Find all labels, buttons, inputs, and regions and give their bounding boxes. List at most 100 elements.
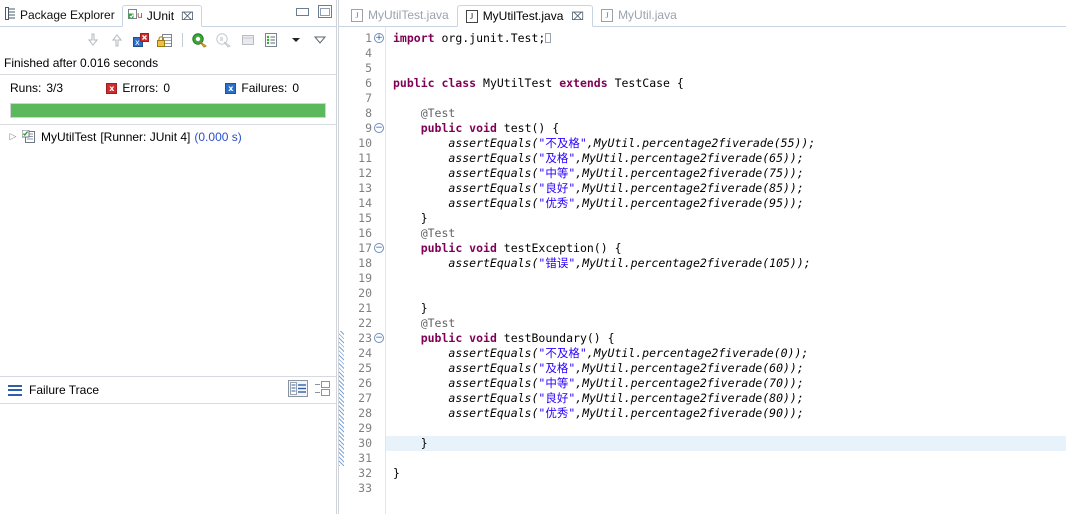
tree-item-root[interactable]: ▷ MyUtilTest [Runner: JUnit 4] (0.000 s) (0, 125, 336, 148)
code-token: assertEquals( (448, 181, 539, 195)
code-token: public void (420, 331, 497, 345)
code-token: @Test (420, 316, 456, 330)
code-line: assertEquals("中等",MyUtil.percentage2five… (393, 376, 1066, 391)
code-token: assertEquals( (448, 196, 539, 210)
tab-package-explorer[interactable]: Package Explorer (0, 4, 122, 26)
package-explorer-icon (5, 7, 16, 23)
fold-collapse-icon[interactable]: − (374, 123, 384, 133)
code-token: TestCase { (607, 76, 684, 90)
editor-tab-1[interactable]: J MyUtilTest.java ⌧ (456, 5, 594, 27)
errors-icon: x (106, 82, 118, 94)
junit-progress-bar (10, 103, 326, 118)
code-line: } (393, 436, 1066, 451)
line-number: 12 (358, 166, 372, 180)
test-history-button[interactable] (262, 30, 282, 50)
runs-counter: Runs: 3/3 (10, 81, 72, 95)
code-line: @Test (393, 226, 1066, 241)
code-token: test() { (496, 121, 560, 135)
rerun-test-button[interactable] (190, 30, 210, 50)
line-number: 23 (358, 331, 372, 345)
line-number: 26 (358, 376, 372, 390)
junit-toolbar: x (0, 27, 336, 53)
code-token: percentage2fiverade (630, 391, 763, 405)
editor-tab-1-close-icon[interactable]: ⌧ (571, 10, 584, 23)
code-token: } (420, 436, 428, 450)
failure-trace-tools (288, 380, 330, 400)
line-number: 33 (358, 481, 372, 495)
failure-trace-icon (8, 384, 22, 396)
code-token: "中等" (538, 376, 576, 390)
text-cursor (545, 33, 552, 43)
code-line: public class MyUtilTest extends TestCase… (393, 76, 1066, 91)
tab-junit-close-icon[interactable]: ⌧ (181, 10, 194, 23)
code-token: } (393, 466, 400, 480)
line-number: 17 (358, 241, 372, 255)
code-token: (85)); (762, 181, 804, 195)
code-token: public class (393, 76, 477, 90)
history-dropdown-button[interactable] (286, 30, 306, 50)
code-token: } (420, 301, 428, 315)
chevron-right-icon[interactable]: ▷ (8, 132, 18, 142)
scroll-lock-button[interactable] (155, 30, 175, 50)
code-token: "优秀" (538, 196, 576, 210)
editor-body[interactable]: 1 4 5 6 7 8 9 10 11 12 13 14 15 16 17 18 19 20 21 22 23 24 25 2… (339, 27, 1066, 514)
code-line: @Test (393, 106, 1066, 121)
trace-layout-button[interactable] (314, 381, 330, 399)
toolbar-separator (182, 33, 183, 47)
editor-tab-2[interactable]: J MyUtil.java (593, 4, 685, 26)
tab-junit[interactable]: u JUnit ⌧ (121, 5, 202, 27)
code-token: ,MyUtil. (575, 391, 631, 405)
next-failure-button[interactable] (83, 30, 103, 50)
svg-text:x: x (135, 38, 140, 47)
junit-test-tree[interactable]: ▷ MyUtilTest [Runner: JUnit 4] (0.000 s) (0, 124, 336, 376)
rerun-failed-tests-button[interactable] (214, 30, 234, 50)
minimize-button[interactable] (294, 4, 309, 18)
editor-tab-0[interactable]: J MyUtilTest.java (343, 4, 457, 26)
code-token: assertEquals( (448, 166, 539, 180)
junit-view-panel: Package Explorer u JUnit ⌧ x Finished af… (0, 0, 336, 514)
line-number: 7 (365, 91, 372, 105)
junit-status-text: Finished after 0.016 seconds (0, 53, 336, 75)
view-menu-button[interactable] (310, 30, 330, 50)
code-line: public void testBoundary() { (393, 331, 1066, 346)
code-token: assertEquals( (448, 151, 539, 165)
stop-button[interactable] (238, 30, 258, 50)
fold-collapse-icon[interactable]: − (374, 243, 384, 253)
fold-expand-icon[interactable]: + (374, 33, 384, 43)
code-token: public void (420, 121, 497, 135)
code-line: import org.junit.Test; (393, 31, 1066, 46)
tree-item-time: (0.000 s) (194, 130, 242, 144)
code-token: assertEquals( (448, 256, 539, 270)
failure-trace-body[interactable] (0, 403, 336, 514)
code-token: (70)); (762, 376, 804, 390)
junit-progress-wrapper (0, 101, 336, 124)
source-code[interactable]: import org.junit.Test; public class MyUt… (386, 27, 1066, 514)
folding-gutter[interactable]: + − − − (374, 27, 386, 514)
code-token: assertEquals( (448, 406, 539, 420)
show-failures-only-button[interactable]: x (131, 30, 151, 50)
code-token: (80)); (762, 391, 804, 405)
compare-results-button[interactable] (288, 380, 308, 400)
line-number: 19 (358, 271, 372, 285)
line-number: 28 (358, 406, 372, 420)
runs-label: Runs: (10, 81, 42, 95)
editor-area: J MyUtilTest.java J MyUtilTest.java ⌧ J … (339, 0, 1066, 514)
code-token: "良好" (538, 391, 576, 405)
code-token: "不及格" (538, 346, 587, 360)
editor-tabbar: J MyUtilTest.java J MyUtilTest.java ⌧ J … (339, 0, 1066, 27)
code-line: public void test() { (393, 121, 1066, 136)
maximize-button[interactable] (317, 4, 332, 18)
fold-collapse-icon[interactable]: − (374, 333, 384, 343)
code-token: percentage2fiverade (642, 136, 774, 150)
code-token: (90)); (762, 406, 804, 420)
line-number-gutter: 1 4 5 6 7 8 9 10 11 12 13 14 15 16 17 18 19 20 21 22 23 24 25 2… (344, 27, 374, 514)
line-number: 1 (365, 31, 372, 45)
code-token: assertEquals( (448, 136, 539, 150)
line-number: 22 (358, 316, 372, 330)
code-token: percentage2fiverade (630, 361, 763, 375)
code-token: } (420, 211, 428, 225)
line-number: 11 (358, 151, 372, 165)
code-token: public void (420, 241, 497, 255)
java-file-icon: J (351, 8, 363, 22)
previous-failure-button[interactable] (107, 30, 127, 50)
